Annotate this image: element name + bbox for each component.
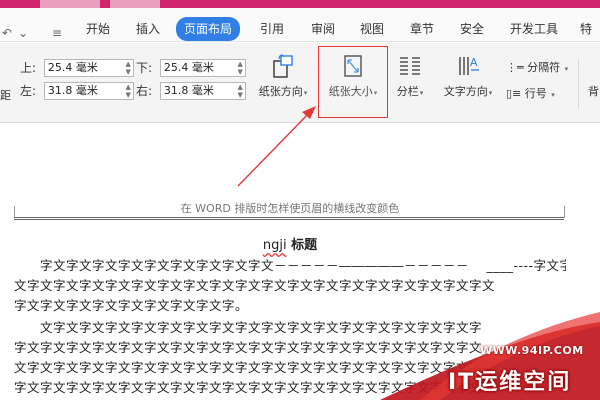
ribbon-divider xyxy=(578,59,579,109)
tab-view[interactable]: 视图 xyxy=(360,17,384,41)
svg-text:A: A xyxy=(470,56,478,69)
separator-button[interactable]: ⋮═ 分隔符 ▾ xyxy=(506,59,568,75)
tab-chapter[interactable]: 章节 xyxy=(410,17,434,41)
margin-left-label: 左: xyxy=(20,84,37,98)
chevron-down-icon: ▾ xyxy=(564,65,569,73)
text-direction-button[interactable]: A 文字方向▾ xyxy=(436,53,500,99)
margin-right-input[interactable]: 31.8 毫米 ▲ ▼ xyxy=(159,82,246,100)
margin-top-input[interactable]: 25.4 毫米 ▲ ▼ xyxy=(43,59,134,77)
spinner-icon[interactable]: ▲ ▼ xyxy=(125,83,130,99)
chevron-down-icon: ▾ xyxy=(419,89,424,97)
line-number-icon: ▯≡ xyxy=(506,87,522,100)
margin-bottom-label: 下: xyxy=(136,61,153,75)
header-rule-line xyxy=(14,217,564,220)
chevron-down-icon: ▾ xyxy=(551,91,555,99)
tab-home[interactable]: 开始 xyxy=(86,17,110,41)
page-orientation-icon xyxy=(273,54,293,78)
spinner-icon[interactable]: ▲ ▼ xyxy=(125,60,130,76)
watermark: WWW.94IP.COM IT运维空间 xyxy=(380,312,600,400)
margin-left-row: 左: 31.8 毫米 ▲ ▼ xyxy=(20,82,134,100)
orientation-button[interactable]: 纸张方向▾ xyxy=(252,53,314,99)
margin-top-value: 25.4 毫米 xyxy=(47,61,98,74)
customize-toolbar-icon[interactable]: ≡ xyxy=(52,25,62,41)
columns-label: 分栏 xyxy=(396,85,419,98)
line-number-label: 行号 xyxy=(524,87,547,100)
margin-top-row: 上: 25.4 毫米 ▲ ▼ xyxy=(20,59,134,77)
redo-dropdown-icon[interactable]: ⌄ xyxy=(18,25,28,41)
body-line: 字文字文字文字文字文字文字文字文字文－－－－－―――――－－－－－ ____--… xyxy=(14,258,566,273)
title-strip xyxy=(0,0,600,8)
document-title: ngji 标题 xyxy=(0,234,580,253)
title-prefix-misspelled: ngji xyxy=(262,238,287,253)
page-break-icon: ⋮═ xyxy=(506,61,524,74)
title-strip-tab xyxy=(40,0,100,8)
highlight-box xyxy=(318,46,388,118)
margin-bottom-input[interactable]: 25.4 毫米 ▲ ▼ xyxy=(159,59,246,77)
spinner-icon[interactable]: ▲ ▼ xyxy=(237,83,242,99)
margin-left-input[interactable]: 31.8 毫米 ▲ ▼ xyxy=(43,82,134,100)
margin-bottom-row: 下: 25.4 毫米 ▲ ▼ xyxy=(136,59,246,77)
title-text: 标题 xyxy=(291,238,318,253)
ribbon-edge-label-right: 背 xyxy=(588,85,599,98)
margin-bottom-value: 25.4 毫米 xyxy=(163,61,214,74)
line-number-button[interactable]: ▯≡ 行号 ▾ xyxy=(506,85,555,101)
tab-insert[interactable]: 插入 xyxy=(136,17,160,41)
margin-right-label: 右: xyxy=(136,84,153,98)
title-strip-tab xyxy=(110,0,160,8)
text-direction-icon: A xyxy=(459,56,479,75)
menu-bar: ↶ ⌄ ≡ 开始 插入 页面布局 引用 审阅 视图 章节 安全 开发工具 特 xyxy=(0,8,600,42)
tab-page-layout[interactable]: 页面布局 xyxy=(176,17,241,41)
body-line: 文字文字文字文字文字文字文字文字文字文字文字文字文字文字文字文字文字文字文 xyxy=(14,278,496,293)
ribbon-edge-label-left: 距 xyxy=(0,89,11,102)
columns-icon xyxy=(400,57,420,75)
chevron-down-icon: ▾ xyxy=(303,89,308,97)
page-header-text: 在 WORD 排版时怎样使页眉的横线改变颜色 xyxy=(180,202,400,215)
margin-right-value: 31.8 毫米 xyxy=(163,84,214,97)
tab-security[interactable]: 安全 xyxy=(460,17,484,41)
margin-top-label: 上: xyxy=(20,61,37,75)
margin-left-value: 31.8 毫米 xyxy=(47,84,98,97)
watermark-brand: IT运维空间 xyxy=(448,370,572,395)
tab-special[interactable]: 特 xyxy=(580,17,592,41)
tab-developer[interactable]: 开发工具 xyxy=(510,17,558,41)
margin-right-row: 右: 31.8 毫米 ▲ ▼ xyxy=(136,82,246,100)
watermark-url: WWW.94IP.COM xyxy=(480,344,584,357)
separator-label: 分隔符 xyxy=(527,61,561,74)
orientation-label: 纸张方向 xyxy=(258,85,303,98)
chevron-down-icon: ▾ xyxy=(488,89,493,97)
text-direction-label: 文字方向 xyxy=(443,85,488,98)
tab-review[interactable]: 审阅 xyxy=(311,17,335,41)
ribbon: 距 上: 25.4 毫米 ▲ ▼ 下: 25.4 毫米 ▲ ▼ 左: 31.8 毫米… xyxy=(0,43,600,123)
spinner-icon[interactable]: ▲ ▼ xyxy=(237,60,242,76)
columns-button[interactable]: 分栏▾ xyxy=(390,53,430,99)
tab-references[interactable]: 引用 xyxy=(260,17,284,41)
undo-icon[interactable]: ↶ xyxy=(2,25,12,41)
